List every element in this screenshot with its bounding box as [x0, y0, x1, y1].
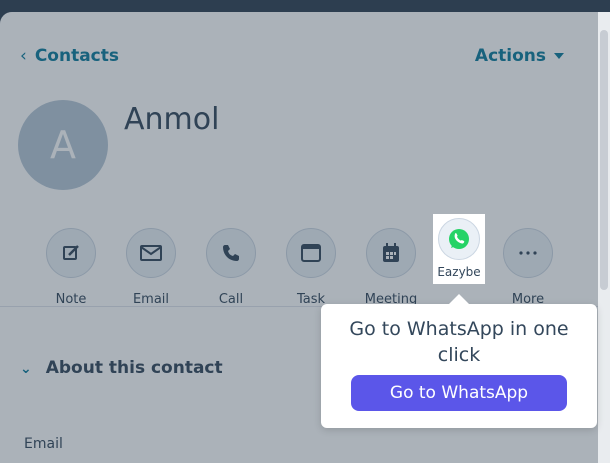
go-to-whatsapp-button[interactable]: Go to WhatsApp [351, 375, 567, 411]
scrollbar-thumb[interactable] [600, 30, 608, 290]
eazybe-label: Eazybe [437, 265, 481, 279]
eazybe-whatsapp-button[interactable]: Eazybe [433, 214, 485, 284]
whatsapp-popover: Go to WhatsApp in one click Go to WhatsA… [321, 294, 597, 428]
popover-text: Go to WhatsApp in one click [349, 318, 569, 366]
whatsapp-icon [438, 218, 480, 260]
